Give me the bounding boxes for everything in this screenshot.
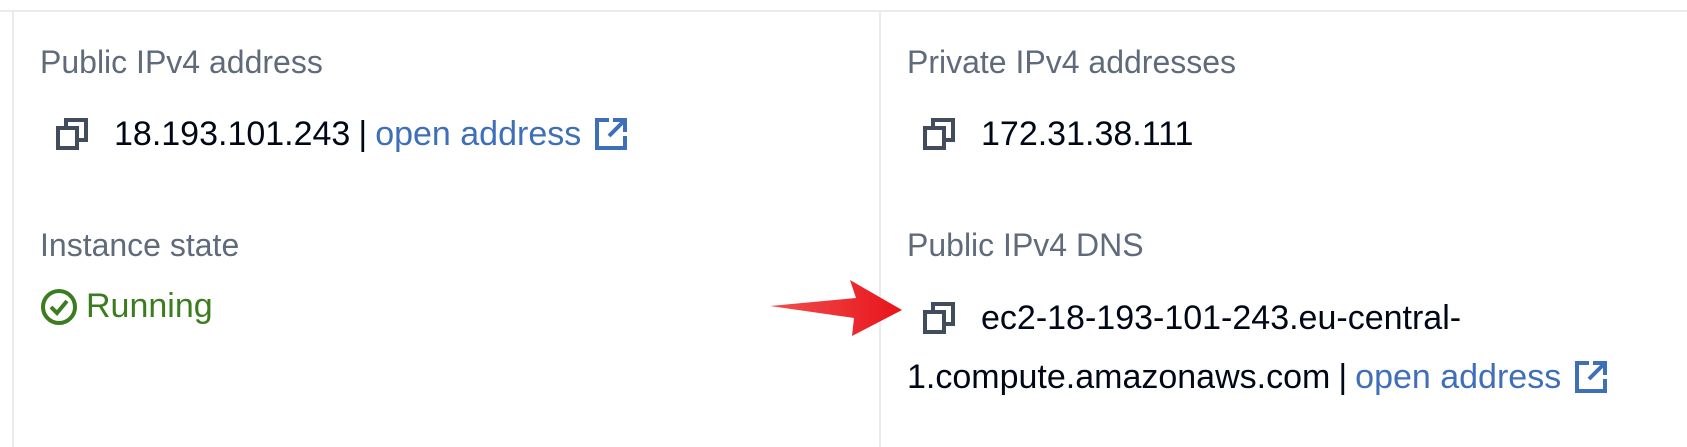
- copy-private-ipv4-button[interactable]: [919, 114, 959, 154]
- public-ipv4-separator: |: [358, 115, 368, 153]
- check-circle-icon: [40, 288, 78, 326]
- red-arrow-icon: [770, 280, 902, 336]
- instance-details-panel: Public IPv4 address 18.193.101.243 | ope…: [0, 0, 1687, 447]
- copy-public-dns-button[interactable]: [919, 298, 959, 338]
- public-dns-label: Public IPv4 DNS: [907, 227, 1144, 263]
- instance-state-status: Running: [40, 287, 213, 326]
- panel-top-border: [0, 10, 1687, 12]
- copy-public-ipv4-button[interactable]: [52, 114, 92, 154]
- private-ipv4-value: 172.31.38.111: [981, 115, 1194, 153]
- public-ipv4-external-link[interactable]: [593, 116, 629, 152]
- external-link-icon: [595, 118, 628, 150]
- copy-icon: [56, 118, 88, 150]
- public-ipv4-value: 18.193.101.243: [114, 115, 351, 153]
- public-ipv4-open-address-link[interactable]: open address: [375, 113, 581, 155]
- panel-left-border: [12, 10, 14, 447]
- public-dns-separator: |: [1338, 358, 1348, 396]
- copy-icon: [923, 118, 955, 150]
- private-ipv4-label: Private IPv4 addresses: [907, 44, 1237, 80]
- public-dns-value-line2: 1.compute.amazonaws.com: [907, 358, 1331, 396]
- public-dns-value-row-2: 1.compute.amazonaws.com | open address: [907, 356, 1609, 398]
- copy-icon: [923, 302, 955, 334]
- public-dns-value-line1: ec2-18-193-101-243.eu-central-: [981, 299, 1462, 337]
- instance-state-value: Running: [86, 287, 213, 325]
- external-link-icon: [1575, 361, 1608, 393]
- column-divider: [879, 10, 881, 447]
- public-ipv4-label: Public IPv4 address: [40, 44, 323, 80]
- private-ipv4-value-row: 172.31.38.111: [919, 113, 1193, 155]
- instance-state-label: Instance state: [40, 227, 240, 263]
- public-ipv4-value-row: 18.193.101.243 | open address: [52, 113, 629, 155]
- public-dns-value-row-1: ec2-18-193-101-243.eu-central-: [919, 297, 1461, 339]
- public-dns-open-address-link[interactable]: open address: [1355, 356, 1561, 398]
- public-dns-external-link[interactable]: [1573, 359, 1609, 395]
